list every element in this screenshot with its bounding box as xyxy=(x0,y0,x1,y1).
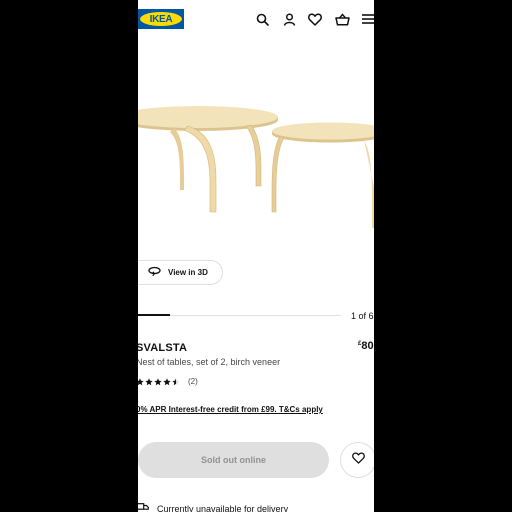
price-currency: £ xyxy=(358,341,362,347)
carousel-counter: 1 of 6 xyxy=(351,311,374,321)
rating-star xyxy=(154,377,162,385)
basket-icon[interactable] xyxy=(334,11,350,27)
carousel-progress xyxy=(138,314,170,316)
sold-out-button[interactable]: Sold out online xyxy=(138,442,329,478)
rating-stars xyxy=(138,377,180,386)
product-price: £80 xyxy=(358,340,374,352)
rating-star xyxy=(163,377,171,385)
menu-icon[interactable] xyxy=(360,11,374,27)
rating-star xyxy=(138,377,144,385)
product-image[interactable] xyxy=(138,40,374,250)
product-rating[interactable]: (2) xyxy=(138,377,198,386)
ikea-logo[interactable]: IKEA xyxy=(138,9,184,29)
search-icon[interactable] xyxy=(254,11,270,27)
rating-star xyxy=(145,377,153,385)
heart-icon[interactable] xyxy=(307,11,323,27)
mobile-viewport: IKEA View in 3D 1 of 6 SVALSTA Nest of t… xyxy=(138,0,374,512)
price-value: 80 xyxy=(361,340,374,352)
top-navigation: IKEA xyxy=(138,0,374,38)
rating-star xyxy=(172,377,180,385)
view-3d-label: View in 3D xyxy=(168,268,208,277)
delivery-text: Currently unavailable for delivery xyxy=(157,503,289,512)
review-count: (2) xyxy=(188,377,198,386)
truck-icon xyxy=(138,503,149,512)
ikea-logo-text: IKEA xyxy=(140,12,182,26)
credit-offer-link[interactable]: 0% APR Interest-free credit from £99. T&… xyxy=(138,405,323,414)
view-3d-icon xyxy=(148,266,161,279)
account-icon[interactable] xyxy=(281,11,297,27)
heart-icon xyxy=(351,451,365,469)
delivery-status: Currently unavailable for delivery xyxy=(138,503,288,512)
product-name: SVALSTA xyxy=(138,342,188,354)
product-description: Nest of tables, set of 2, birch veneer xyxy=(138,357,281,367)
add-to-favourites-button[interactable] xyxy=(340,442,374,478)
view-in-3d-button[interactable]: View in 3D xyxy=(138,260,223,285)
